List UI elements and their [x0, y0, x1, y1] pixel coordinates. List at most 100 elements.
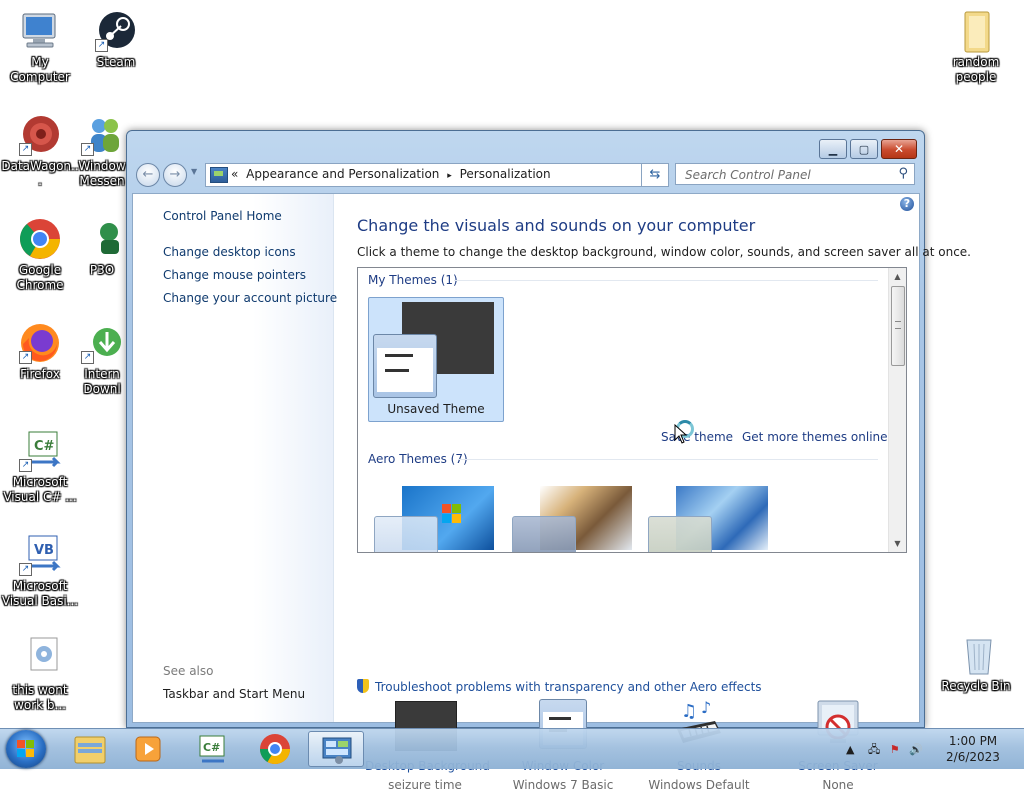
desktop-icon-p3o[interactable]: P3O	[76, 216, 128, 278]
minimize-button[interactable]: ▁	[819, 139, 847, 159]
desktop-icon-random-people[interactable]: random people	[936, 8, 1016, 85]
messenger-icon: ↗	[79, 112, 125, 158]
address-bar[interactable]: « Appearance and Personalization ▸ Perso…	[205, 163, 669, 187]
desktop-icon-label: Intern Downl	[83, 367, 121, 396]
theme-preview-window	[373, 334, 437, 398]
desktop-icon-steam[interactable]: ↗ Steam	[76, 8, 156, 70]
change-mouse-pointers-link[interactable]: Change mouse pointers	[163, 268, 306, 282]
setting-value: seizure time	[388, 778, 462, 792]
theme-item-windows7[interactable]	[370, 480, 495, 552]
taskbar-start-menu-link[interactable]: Taskbar and Start Menu	[163, 687, 305, 701]
taskbar-chrome-button[interactable]	[247, 731, 303, 767]
control-panel-icon	[322, 737, 352, 764]
minimize-icon: ▁	[828, 142, 838, 156]
desktop-icon-my-computer[interactable]: My Computer	[0, 8, 80, 85]
desktop-icon-windows-messenger[interactable]: ↗ Window Messen	[76, 112, 128, 189]
change-desktop-icons-link[interactable]: Change desktop icons	[163, 245, 296, 259]
breadcrumb-personalization[interactable]: Personalization	[460, 167, 551, 181]
scrollbar-thumb[interactable]	[891, 286, 905, 366]
page-title: Change the visuals and sounds on your co…	[357, 216, 756, 235]
theme-item-characters[interactable]	[644, 480, 769, 552]
back-button[interactable]: ←	[136, 163, 160, 187]
divider	[458, 459, 878, 460]
see-also-label: See also	[163, 664, 214, 678]
svg-text:VB: VB	[34, 543, 54, 558]
desktop-icon-label: Firefox	[20, 367, 60, 381]
shortcut-arrow-icon: ↗	[19, 351, 32, 364]
desktop-icon-label: Recycle Bin	[941, 679, 1011, 693]
left-pane: Control Panel Home Change desktop icons …	[133, 194, 337, 722]
svg-text:C#: C#	[203, 741, 220, 754]
desktop-icon-visual-csharp[interactable]: C# ↗ Microsoft Visual C# ...	[0, 428, 80, 505]
themes-list[interactable]: My Themes (1) Unsaved Theme Save theme G…	[357, 267, 907, 553]
mouse-pointer-icon	[674, 424, 688, 444]
taskbar-control-panel-button[interactable]	[308, 731, 364, 767]
shortcut-arrow-icon: ↗	[19, 143, 32, 156]
theme-preview-window	[374, 516, 438, 552]
windows-logo-icon	[17, 740, 35, 758]
desktop-icon-label: My Computer	[10, 55, 70, 84]
p3o-icon	[79, 216, 125, 262]
recycle-bin-icon	[953, 632, 999, 678]
desktop-icon-this-wont-work[interactable]: this wont work b...	[0, 636, 80, 713]
desktop-icon-google-chrome[interactable]: Google Chrome	[0, 216, 80, 293]
desktop-icon-recycle-bin[interactable]: Recycle Bin	[936, 632, 1016, 694]
maximize-button[interactable]: ▢	[850, 139, 878, 159]
theme-item-unsaved[interactable]: Unsaved Theme	[368, 297, 504, 422]
shield-icon	[357, 679, 369, 693]
change-account-picture-link[interactable]: Change your account picture	[163, 291, 337, 305]
recent-pages-button[interactable]: ▼	[191, 167, 197, 176]
refresh-button[interactable]: ⇆	[641, 163, 669, 187]
search-icon[interactable]: ⚲	[898, 166, 908, 181]
desktop-icon-internet-download[interactable]: ↗ Intern Downl	[76, 320, 128, 397]
maximize-icon: ▢	[858, 142, 870, 156]
scroll-up-icon[interactable]: ▲	[889, 268, 906, 285]
breadcrumb-separator-icon[interactable]: ▸	[447, 171, 452, 181]
back-arrow-icon: ←	[142, 167, 154, 182]
desktop-icon-firefox[interactable]: ↗ Firefox	[0, 320, 80, 382]
clock[interactable]: 1:00 PM 2/6/2023	[930, 733, 1016, 765]
taskbar-explorer-button[interactable]	[62, 731, 118, 767]
computer-icon	[17, 8, 63, 54]
control-panel-icon	[210, 167, 228, 183]
desktop-icon-datawagon[interactable]: ↗ DataWagon...	[0, 112, 80, 189]
shortcut-arrow-icon: ↗	[95, 39, 108, 52]
themes-scrollbar[interactable]: ▲ ▼	[888, 268, 906, 552]
taskbar-media-player-button[interactable]	[120, 731, 176, 767]
shortcut-arrow-icon: ↗	[81, 351, 94, 364]
save-theme-link[interactable]: Save theme	[661, 430, 733, 444]
theme-item-architecture[interactable]	[508, 480, 633, 552]
troubleshoot-link[interactable]: Troubleshoot problems with transparency …	[357, 679, 762, 694]
volume-icon[interactable]: 🔊	[909, 743, 923, 756]
desktop-icon-visual-basic[interactable]: VB ↗ Microsoft Visual Basi...	[0, 532, 80, 609]
settings-file-icon	[17, 636, 63, 682]
action-center-icon[interactable]: ⚑	[890, 743, 900, 756]
get-more-themes-link[interactable]: Get more themes online	[742, 430, 888, 444]
media-player-icon	[135, 736, 161, 762]
visual-csharp-icon: C#	[199, 735, 225, 763]
desktop-icon-label: Google Chrome	[16, 263, 64, 292]
desktop-icon-label: Steam	[96, 55, 136, 69]
show-hidden-icons-button[interactable]: ▲	[846, 743, 854, 756]
desktop-icon-label: Window Messen	[78, 159, 126, 188]
svg-text:C#: C#	[34, 439, 55, 454]
search-input[interactable]	[683, 167, 887, 183]
forward-button[interactable]: →	[163, 163, 187, 187]
control-panel-home-link[interactable]: Control Panel Home	[163, 209, 282, 223]
network-icon[interactable]: 🖧	[868, 743, 880, 756]
steam-icon: ↗	[93, 8, 139, 54]
chrome-icon	[260, 734, 290, 765]
start-button[interactable]	[6, 730, 46, 768]
desktop-icon-label: P3O	[89, 263, 115, 277]
breadcrumb-overflow[interactable]: «	[231, 167, 238, 181]
close-icon: ✕	[893, 142, 905, 156]
close-button[interactable]: ✕	[881, 139, 917, 159]
desktop-icon-label: random people	[952, 55, 1000, 84]
taskbar-visual-csharp-button[interactable]: C#	[184, 731, 240, 767]
help-icon[interactable]: ?	[900, 197, 914, 211]
breadcrumb-appearance[interactable]: Appearance and Personalization	[246, 167, 439, 181]
scroll-down-icon[interactable]: ▼	[889, 535, 906, 552]
divider	[454, 280, 878, 281]
search-box: ⚲	[675, 163, 915, 185]
visual-csharp-icon: C# ↗	[17, 428, 63, 474]
